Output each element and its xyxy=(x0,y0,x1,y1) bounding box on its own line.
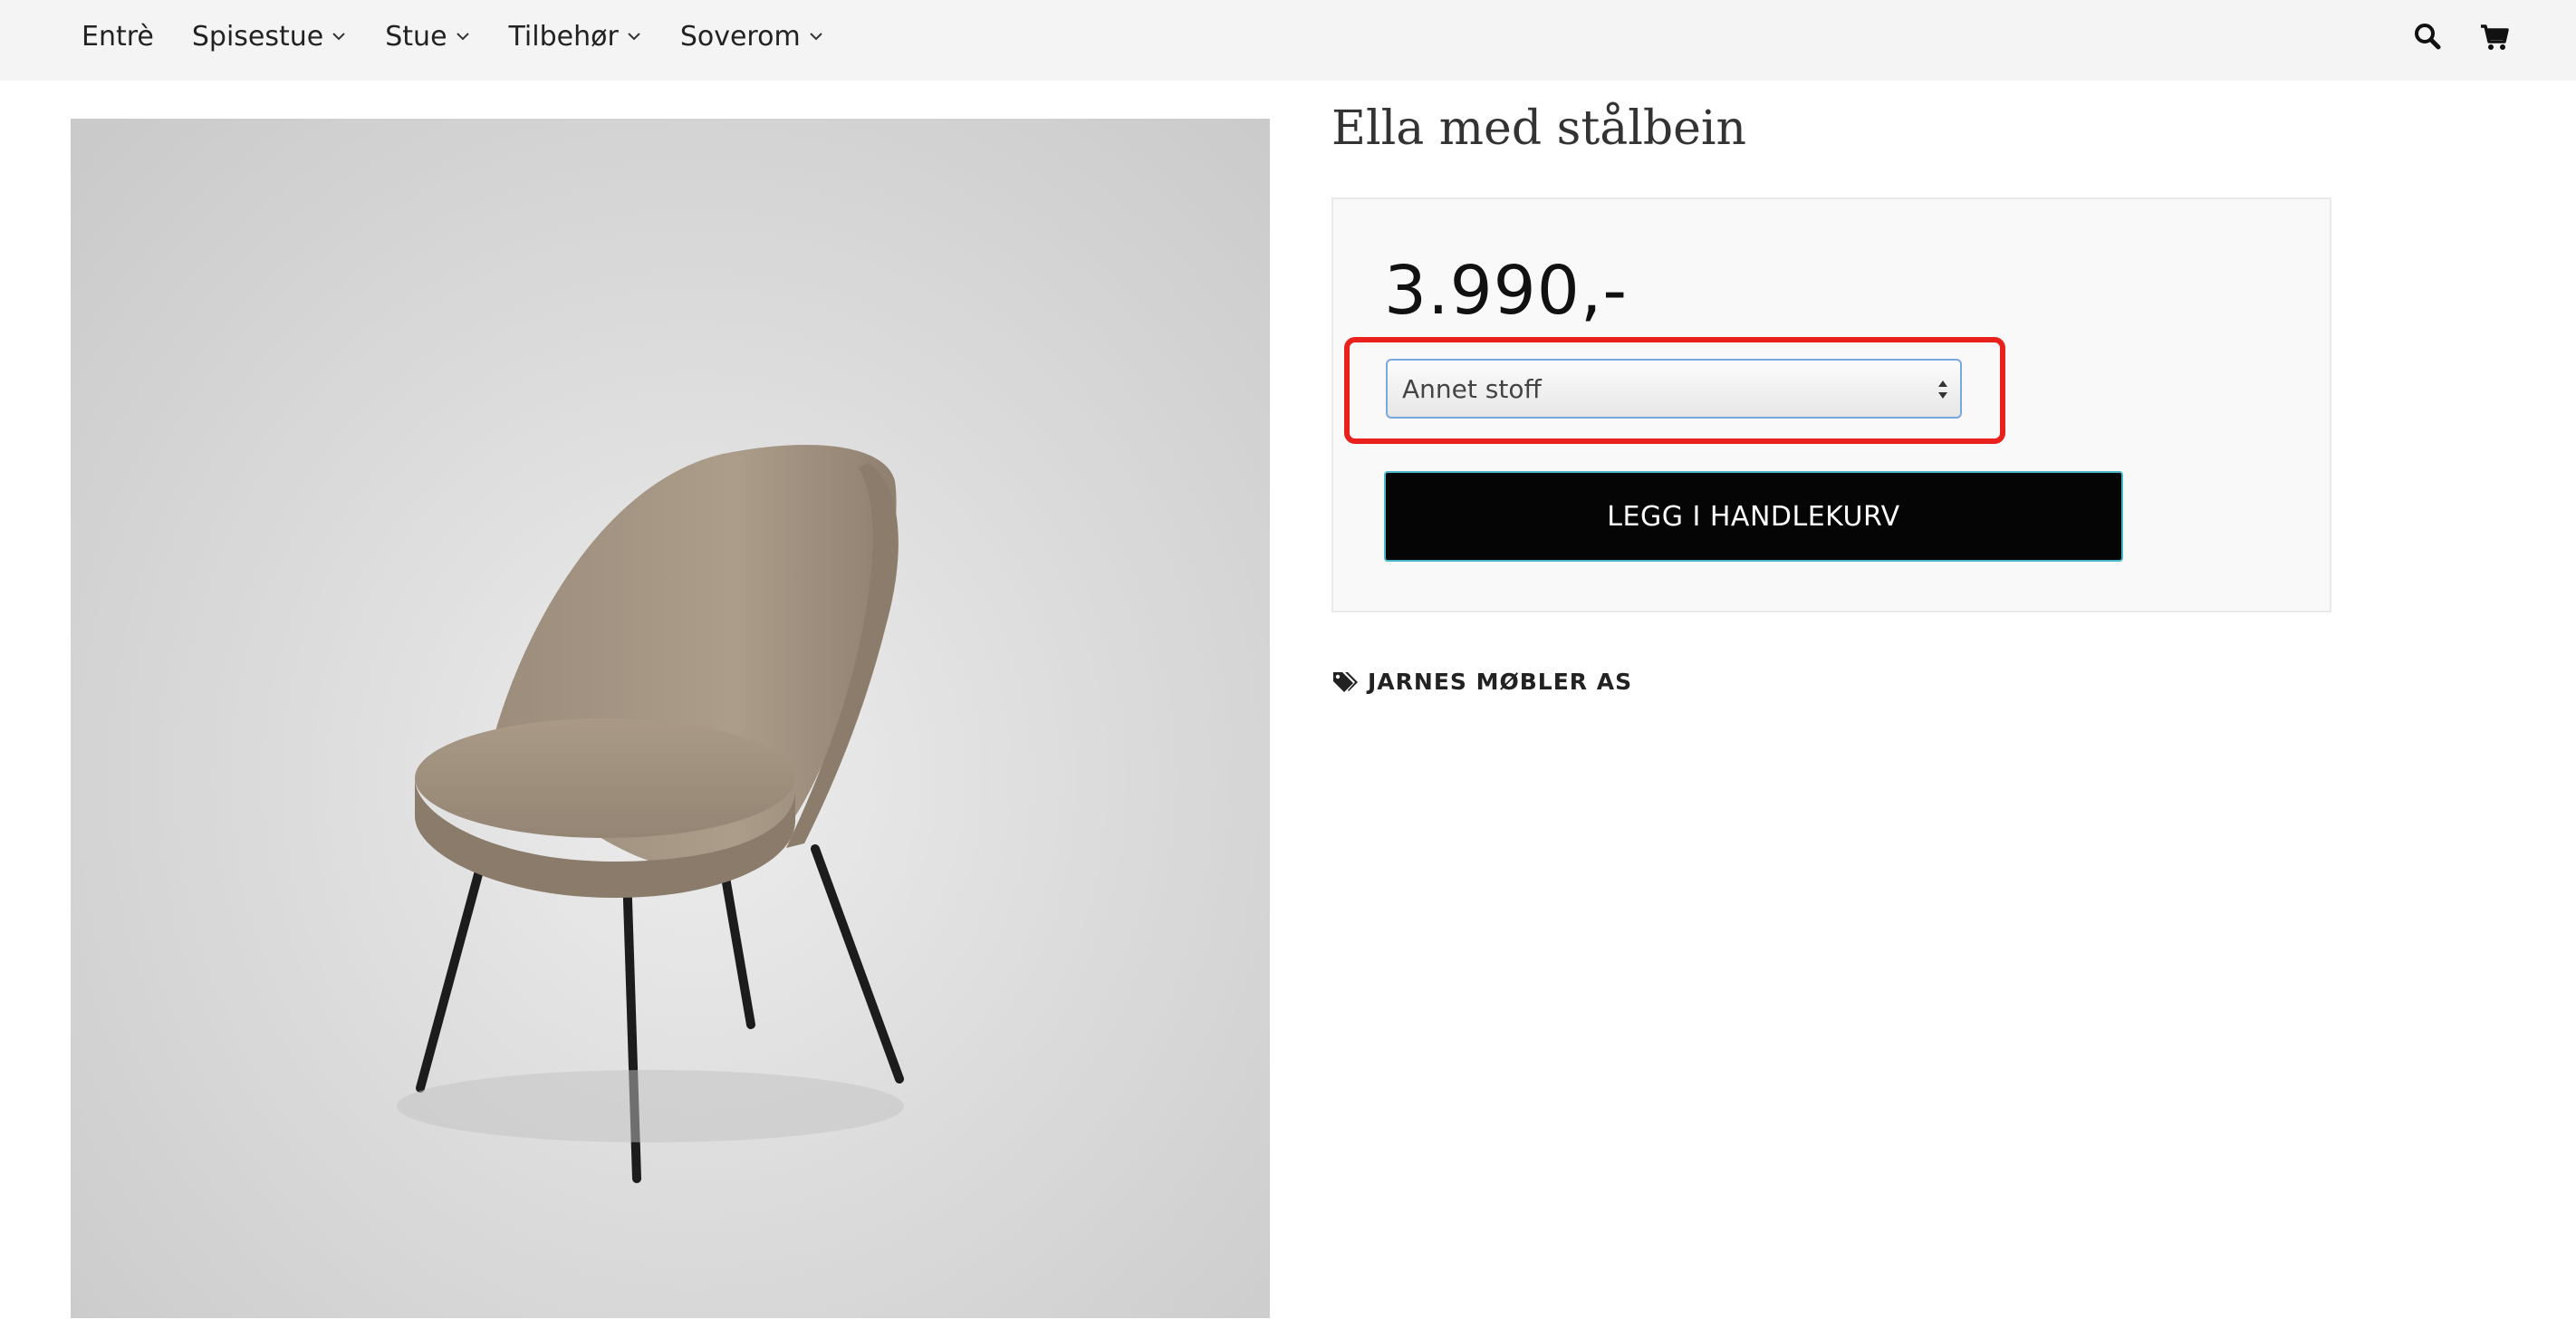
search-icon[interactable] xyxy=(2409,18,2446,54)
add-to-cart-button[interactable]: LEGG I HANDLEKURV xyxy=(1384,471,2123,562)
chevron-down-icon xyxy=(332,33,345,41)
nav-item-label: Spisestue xyxy=(191,20,324,53)
chevron-down-icon xyxy=(628,33,640,41)
chevron-down-icon xyxy=(456,33,469,41)
product-price: 3.990,- xyxy=(1384,252,1629,330)
nav-item-tilbehor[interactable]: Tilbehør xyxy=(509,21,642,53)
brand-tag: JARNES MØBLER AS xyxy=(1331,669,1632,695)
product-title: Ella med stålbein xyxy=(1331,101,1747,156)
brand-link[interactable]: JARNES MØBLER AS xyxy=(1368,669,1632,695)
nav-item-soverom[interactable]: Soverom xyxy=(680,21,824,53)
nav-item-label: Tilbehør xyxy=(508,20,619,53)
main-menu: Entrè Spisestue Stue Tilbehør Soverom xyxy=(82,0,862,72)
nav-item-label: Stue xyxy=(385,20,447,53)
variant-select[interactable]: Annet stoff xyxy=(1386,359,1962,419)
tags-icon xyxy=(1333,671,1358,692)
select-arrows-icon xyxy=(1938,381,1947,399)
top-navigation-bar: Entrè Spisestue Stue Tilbehør Soverom xyxy=(0,0,2576,81)
nav-item-stue[interactable]: Stue xyxy=(385,21,470,53)
nav-item-spisestue[interactable]: Spisestue xyxy=(192,21,347,53)
chair-illustration xyxy=(397,445,904,1183)
nav-item-label: Entrè xyxy=(82,20,154,53)
nav-item-label: Soverom xyxy=(679,20,801,53)
header-actions xyxy=(2379,18,2513,54)
variant-select-value: Annet stoff xyxy=(1402,373,1542,404)
chevron-down-icon xyxy=(809,33,822,41)
cart-icon[interactable] xyxy=(2476,18,2513,54)
nav-item-entre[interactable]: Entrè xyxy=(82,21,154,53)
product-image[interactable] xyxy=(71,119,1270,1318)
